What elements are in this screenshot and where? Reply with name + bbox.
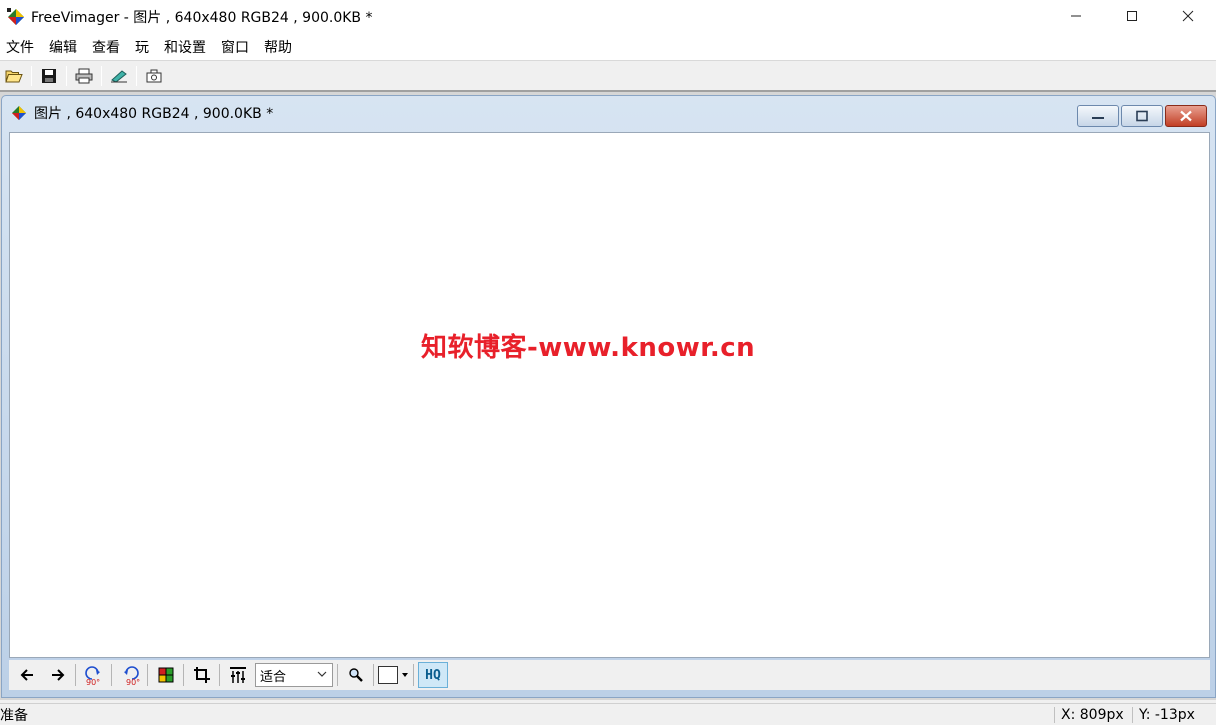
previous-image-button[interactable] (13, 662, 41, 688)
child-title-bar[interactable]: 图片 , 640x480 RGB24 , 900.0KB * (2, 96, 1215, 130)
menu-settings[interactable]: 和设置 (158, 37, 215, 57)
menu-view[interactable]: 查看 (86, 37, 129, 57)
image-child-window: 图片 , 640x480 RGB24 , 900.0KB * 知软博客-www.… (1, 95, 1216, 698)
mdi-area: 图片 , 640x480 RGB24 , 900.0KB * 知软博客-www.… (0, 90, 1216, 700)
toolbar-separator (111, 664, 112, 686)
dropdown-arrow-icon (402, 673, 408, 677)
print-icon (75, 68, 93, 83)
image-toolbar: 90° 90° 适合 HQ (9, 660, 1210, 690)
main-toolbar (0, 60, 1216, 90)
levels-button[interactable] (224, 662, 252, 688)
toolbar-separator (31, 65, 32, 86)
child-maximize-button[interactable] (1121, 105, 1163, 127)
scan-icon (111, 69, 127, 83)
toolbar-separator (337, 664, 338, 686)
toolbar-separator (101, 65, 102, 86)
toolbar-separator (413, 664, 414, 686)
window-title: FreeVimager - 图片 , 640x480 RGB24 , 900.0… (31, 10, 373, 26)
toolbar-separator (183, 664, 184, 686)
toolbar-separator (136, 65, 137, 86)
arrow-left-icon (20, 669, 33, 681)
child-window-title: 图片 , 640x480 RGB24 , 900.0KB * (34, 106, 274, 122)
cursor-x-readout: X: 809px (1054, 706, 1132, 723)
open-folder-button[interactable] (2, 64, 26, 88)
menu-window[interactable]: 窗口 (215, 37, 258, 57)
crop-button[interactable] (188, 662, 216, 688)
title-bar: FreeVimager - 图片 , 640x480 RGB24 , 900.0… (0, 0, 1216, 34)
maximize-button[interactable] (1104, 0, 1160, 32)
child-minimize-button[interactable] (1077, 105, 1119, 127)
status-message: 准备 (0, 707, 28, 724)
rotate-cw-icon: 90° (124, 666, 140, 686)
cursor-y-readout: Y: -13px (1132, 706, 1216, 723)
toolbar-separator (147, 664, 148, 686)
image-canvas[interactable]: 知软博客-www.knowr.cn (9, 132, 1210, 658)
svg-text:90°: 90° (86, 678, 100, 686)
app-icon (5, 6, 27, 28)
zoom-select-value: 适合 (260, 669, 287, 685)
toolbar-separator (75, 664, 76, 686)
zoom-select[interactable]: 适合 (255, 663, 333, 687)
toolbar-separator (66, 65, 67, 86)
toolbar-separator (219, 664, 220, 686)
image-icon (10, 104, 28, 122)
save-button[interactable] (37, 64, 61, 88)
levels-icon (230, 667, 246, 683)
child-close-button[interactable] (1165, 105, 1207, 127)
magnifier-icon (349, 668, 363, 682)
minimize-button[interactable] (1048, 0, 1104, 32)
print-button[interactable] (72, 64, 96, 88)
menu-help[interactable]: 帮助 (258, 37, 301, 57)
save-icon (42, 68, 56, 83)
menu-edit[interactable]: 编辑 (43, 37, 86, 57)
svg-text:90°: 90° (126, 678, 140, 686)
menu-play[interactable]: 玩 (129, 37, 158, 57)
color-adjust-icon (158, 667, 174, 683)
capture-icon (146, 69, 162, 82)
arrow-right-icon (52, 669, 65, 681)
rotate-ccw-icon: 90° (85, 666, 100, 686)
status-bar: 准备 X: 809px Y: -13px (0, 703, 1216, 725)
color-adjust-button[interactable] (152, 662, 180, 688)
rotate-cw-button[interactable]: 90° (116, 662, 144, 688)
chevron-down-icon (316, 667, 328, 685)
zoom-button[interactable] (342, 662, 370, 688)
toolbar-separator (373, 664, 374, 686)
menu-bar: 文件 编辑 查看 玩 和设置 窗口 帮助 (0, 34, 1216, 60)
background-color-swatch (378, 666, 398, 684)
background-color-picker[interactable] (378, 666, 409, 684)
next-image-button[interactable] (44, 662, 72, 688)
child-window-controls (1077, 105, 1207, 127)
open-folder-icon (5, 70, 23, 82)
high-quality-toggle[interactable]: HQ (418, 662, 448, 688)
capture-button[interactable] (142, 64, 166, 88)
rotate-ccw-button[interactable]: 90° (80, 662, 108, 688)
close-button[interactable] (1160, 0, 1216, 32)
menu-file[interactable]: 文件 (0, 37, 43, 57)
scan-button[interactable] (107, 64, 131, 88)
watermark-text: 知软博客-www.knowr.cn (421, 333, 756, 363)
window-controls (1048, 0, 1216, 32)
crop-icon (194, 667, 210, 683)
